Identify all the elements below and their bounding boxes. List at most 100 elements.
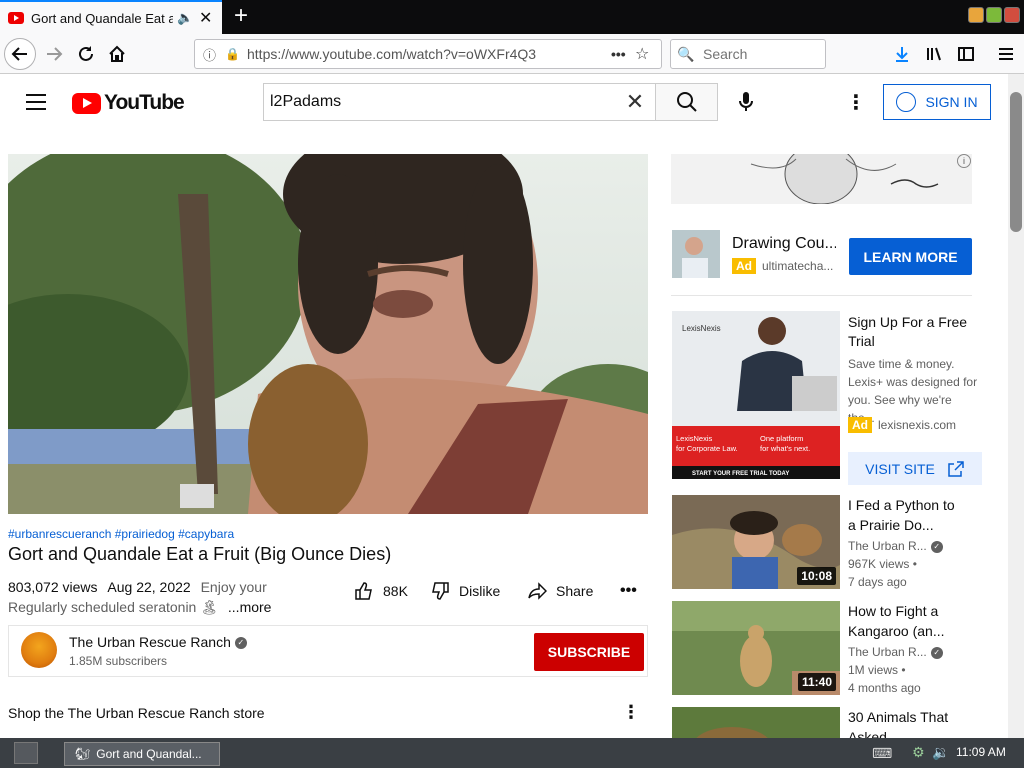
youtube-search-input[interactable]: l2Padams ✕ (263, 83, 655, 121)
channel-name[interactable]: The Urban R... ✓ (848, 645, 943, 659)
minimize-window-button[interactable] (968, 7, 984, 23)
library-button[interactable] (918, 38, 950, 70)
verified-check-icon: ✓ (234, 637, 247, 650)
upload-age: 4 months ago (848, 681, 921, 695)
ad2-meta: Ad lexisnexis.com (848, 417, 956, 433)
video-player[interactable] (8, 154, 648, 514)
url-bar[interactable]: ⓘ 🔒 https://www.youtube.com/watch?v=oWXF… (194, 39, 662, 69)
video-title[interactable]: I Fed a Python to a Prairie Do... (848, 495, 956, 535)
video-stats: 803,072 views Aug 22, 2022 Enjoy your (8, 579, 267, 595)
search-icon (676, 92, 697, 112)
ad2-domain: lexisnexis.com (878, 418, 957, 432)
shop-heading: Shop the The Urban Rescue Ranch store (8, 705, 265, 721)
site-info-icon[interactable]: ⓘ (203, 45, 225, 64)
downloads-button[interactable] (886, 38, 918, 70)
browser-tab[interactable]: Gort and Quandale Eat a 🔈 ✕ (0, 0, 222, 34)
video-duration: 11:40 (797, 673, 836, 691)
share-icon (528, 582, 547, 600)
view-count: 803,072 views (8, 579, 98, 595)
video-hashtags[interactable]: #urbanrescueranch #prairiedog #capybara (8, 527, 234, 541)
learn-more-button[interactable]: LEARN MORE (849, 238, 972, 275)
keyboard-tray-icon[interactable]: ⌨ (872, 745, 892, 762)
url-text[interactable]: https://www.youtube.com/watch?v=oWXFr4Q3 (243, 46, 611, 62)
start-menu-button[interactable] (14, 742, 38, 764)
channel-avatar[interactable] (21, 632, 57, 668)
reload-button[interactable] (70, 38, 102, 70)
recommended-video[interactable]: 10:08 I Fed a Python to a Prairie Do... … (672, 495, 982, 589)
dislike-label: Dislike (459, 583, 501, 599)
lexisnexis-ad-artwork: LexisNexis LexisNexis for Corporate Law.… (672, 311, 840, 479)
youtube-search-button[interactable] (655, 83, 718, 121)
search-query[interactable]: l2Padams (270, 93, 615, 111)
channel-name[interactable]: The Urban Rescue Ranch ✓ (69, 634, 247, 650)
channel-name-text: The Urban R... (848, 645, 927, 659)
more-actions-icon[interactable]: ••• (620, 580, 637, 602)
like-count: 88K (383, 583, 408, 599)
settings-kebab-icon[interactable]: ⋮ (846, 90, 866, 114)
ad-banner-image[interactable] (671, 154, 972, 204)
ad-image-line-2: for Corporate Law. (676, 444, 738, 453)
video-thumbnail[interactable]: 10:08 (672, 495, 840, 589)
bookmark-star-icon[interactable]: ☆ (635, 44, 661, 64)
new-tab-button[interactable]: + (228, 3, 254, 31)
ad-image-footer: START YOUR FREE TRIAL TODAY (692, 471, 789, 477)
logo-text: YouTube (104, 91, 185, 114)
recommended-video[interactable]: 11:40 How to Fight a Kangaroo (an... The… (672, 601, 982, 695)
guide-menu-icon[interactable] (26, 94, 46, 110)
lexisnexis-ad-image[interactable]: LexisNexis LexisNexis for Corporate Law.… (672, 311, 840, 479)
ad-title[interactable]: Drawing Cou... (732, 235, 836, 253)
video-thumbnail[interactable] (672, 707, 840, 738)
dislike-button[interactable]: Dislike (430, 580, 500, 602)
external-link-icon (948, 460, 964, 477)
like-button[interactable]: 88K (354, 580, 408, 602)
divider (671, 295, 972, 296)
close-tab-icon[interactable]: ✕ (199, 8, 215, 28)
forward-button[interactable] (38, 38, 70, 70)
home-icon (109, 45, 125, 62)
video-title[interactable]: How to Fight a Kangaroo (an... (848, 601, 956, 641)
ad-info-icon[interactable]: i (957, 154, 971, 168)
back-button[interactable] (4, 38, 36, 70)
speaker-icon[interactable]: 🔈 (177, 10, 193, 26)
scrollbar-thumb[interactable] (1010, 92, 1022, 232)
upload-date: Aug 22, 2022 (107, 579, 191, 595)
recommended-video[interactable]: 30 Animals That Asked (672, 707, 982, 738)
video-duration: 10:08 (797, 567, 836, 585)
youtube-play-logo-icon (72, 92, 101, 114)
ad-thumbnail[interactable] (672, 230, 720, 278)
channel-name[interactable]: The Urban R... ✓ (848, 539, 943, 553)
browser-search-bar[interactable]: 🔍 Search (670, 39, 826, 69)
library-icon (927, 47, 941, 61)
visit-site-button[interactable]: VISIT SITE (848, 452, 982, 485)
ad2-title[interactable]: Sign Up For a Free Trial (848, 313, 968, 351)
taskbar-window-item[interactable]: 🐿 Gort and Quandal... (64, 742, 220, 766)
description-preview[interactable]: Regularly scheduled seratonin 🏝 ...more (8, 599, 271, 616)
sign-in-button[interactable]: SIGN IN (883, 84, 991, 120)
youtube-logo[interactable]: YouTube (72, 91, 185, 115)
share-button[interactable]: Share (527, 580, 593, 602)
youtube-favicon-icon (8, 12, 24, 24)
account-icon (896, 92, 917, 112)
upload-age: 7 days ago (848, 575, 907, 589)
clear-search-icon[interactable]: ✕ (615, 89, 655, 115)
menu-button[interactable] (990, 38, 1022, 70)
lock-icon[interactable]: 🔒 (225, 47, 243, 61)
close-window-button[interactable] (1004, 7, 1020, 23)
maximize-window-button[interactable] (986, 7, 1002, 23)
network-tray-icon[interactable]: ⚙ (912, 744, 925, 761)
tab-title: Gort and Quandale Eat a (31, 10, 173, 26)
volume-tray-icon[interactable]: 🔉 (932, 744, 949, 761)
ad-banner-artwork (671, 154, 972, 204)
video-thumbnail[interactable]: 11:40 (672, 601, 840, 695)
video-title: Gort and Quandale Eat a Fruit (Big Ounce… (8, 544, 392, 564)
voice-search-button[interactable] (731, 87, 761, 117)
home-button[interactable] (101, 38, 133, 70)
page-actions-icon[interactable]: ••• (611, 46, 635, 62)
sidebar-toggle-button[interactable] (950, 38, 982, 70)
subscribe-button[interactable]: SUBSCRIBE (534, 633, 644, 671)
search-placeholder: Search (703, 46, 748, 62)
video-title[interactable]: 30 Animals That Asked (848, 707, 956, 738)
show-more-link[interactable]: ...more (228, 599, 272, 615)
ad2-badge: Ad (848, 417, 872, 433)
shop-menu-icon[interactable]: ⋮ (622, 702, 640, 723)
